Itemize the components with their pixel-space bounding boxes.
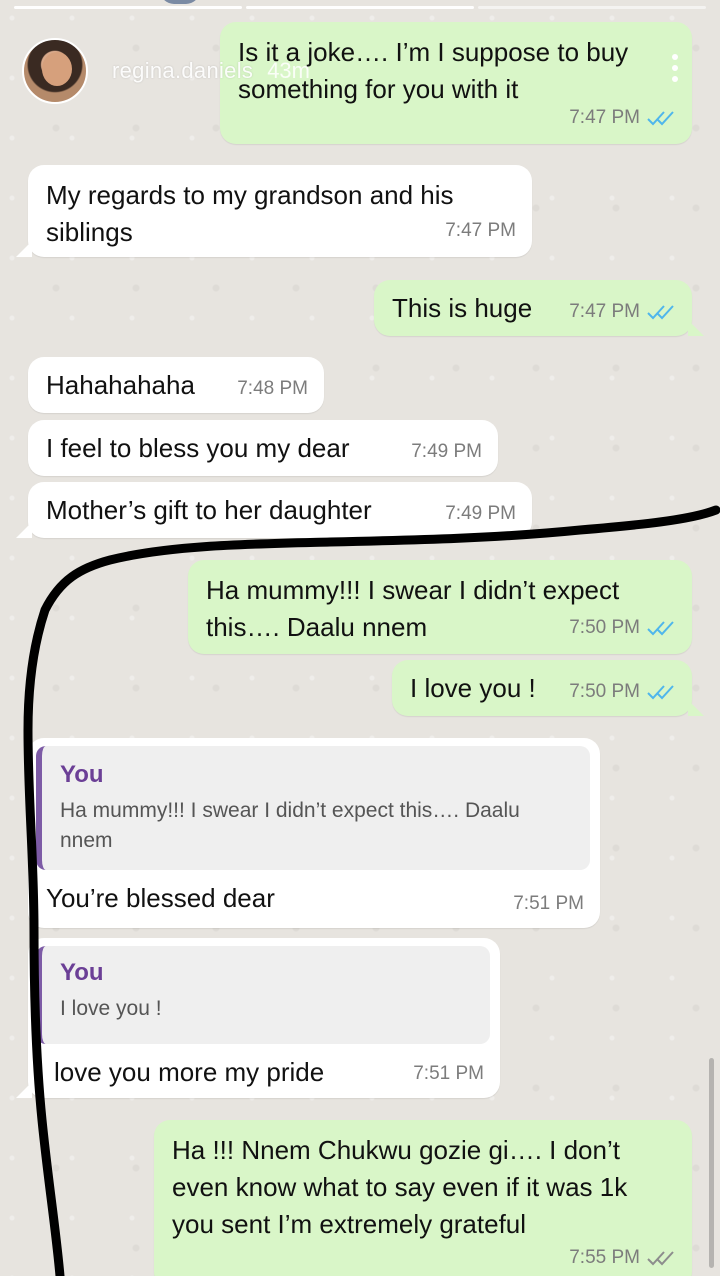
message-meta: 7:48 PM bbox=[237, 370, 308, 407]
message-meta: 7:51 PM bbox=[513, 885, 584, 922]
quote-author: You bbox=[60, 761, 104, 788]
message-meta: 7:49 PM bbox=[445, 495, 516, 532]
message-time: 7:47 PM bbox=[445, 220, 516, 241]
menu-dots-icon[interactable] bbox=[672, 54, 680, 82]
message-time: 7:50 PM bbox=[569, 617, 640, 638]
message-bubble-incoming[interactable]: My regards to my grandson and his siblin… bbox=[16, 165, 532, 257]
quote-text: I love you ! bbox=[60, 997, 162, 1020]
message-time: 7:49 PM bbox=[445, 503, 516, 524]
quoted-message[interactable]: You Ha mummy!!! I swear I didn’t expect … bbox=[36, 746, 590, 870]
story-username[interactable]: regina.daniels bbox=[112, 58, 253, 84]
message-meta: 7:49 PM bbox=[411, 433, 482, 470]
quote-author: You bbox=[60, 959, 104, 986]
double-check-icon bbox=[646, 620, 676, 636]
message-time: 7:47 PM bbox=[569, 107, 640, 128]
story-progress-bars bbox=[14, 6, 706, 9]
message-time: 7:48 PM bbox=[237, 378, 308, 399]
story-progress-bar bbox=[246, 6, 474, 9]
quoted-message[interactable]: You I love you ! bbox=[36, 946, 490, 1044]
story-progress-bar bbox=[478, 6, 706, 9]
message-bubble-outgoing[interactable]: Ha mummy!!! I swear I didn’t expect this… bbox=[188, 560, 692, 654]
message-time: 7:55 PM bbox=[569, 1247, 640, 1268]
message-bubble-incoming[interactable]: You Ha mummy!!! I swear I didn’t expect … bbox=[28, 738, 600, 928]
double-check-icon bbox=[646, 1250, 676, 1266]
message-meta: 7:50 PM bbox=[569, 609, 676, 646]
quote-text: Ha mummy!!! I swear I didn’t expect this… bbox=[60, 799, 520, 852]
story-header: regina.daniels 43m bbox=[22, 38, 310, 104]
avatar[interactable] bbox=[22, 38, 88, 104]
message-time: 7:50 PM bbox=[569, 681, 640, 702]
double-check-icon bbox=[646, 304, 676, 320]
message-bubble-incoming[interactable]: You I love you ! love you more my pride … bbox=[16, 938, 500, 1098]
scrollbar[interactable] bbox=[709, 1058, 714, 1268]
double-check-icon bbox=[646, 684, 676, 700]
message-meta: 7:47 PM bbox=[569, 99, 676, 136]
message-bubble-outgoing[interactable]: This is huge 7:47 PM bbox=[374, 280, 704, 336]
message-text: You’re blessed dear bbox=[46, 883, 275, 913]
message-time: 7:49 PM bbox=[411, 441, 482, 462]
message-bubble-outgoing[interactable]: I love you ! 7:50 PM bbox=[392, 660, 704, 716]
message-bubble-outgoing[interactable]: Ha !!! Nnem Chukwu gozie gi…. I don’t ev… bbox=[154, 1120, 692, 1276]
message-text: Ha !!! Nnem Chukwu gozie gi…. I don’t ev… bbox=[172, 1135, 628, 1239]
message-meta: 7:50 PM bbox=[569, 673, 676, 710]
double-check-icon bbox=[646, 110, 676, 126]
message-time: 7:51 PM bbox=[413, 1063, 484, 1084]
message-time: 7:51 PM bbox=[513, 893, 584, 914]
story-time-ago: 43m bbox=[267, 58, 310, 83]
message-meta: 7:51 PM bbox=[413, 1055, 484, 1092]
message-time: 7:47 PM bbox=[569, 301, 640, 322]
message-bubble-incoming[interactable]: I feel to bless you my dear 7:49 PM bbox=[28, 420, 498, 476]
story-progress-bar bbox=[14, 6, 242, 9]
message-meta: 7:47 PM bbox=[569, 293, 676, 330]
message-meta: 7:55 PM bbox=[569, 1239, 676, 1276]
message-bubble-incoming[interactable]: Mother’s gift to her daughter 7:49 PM bbox=[16, 482, 532, 538]
message-meta: 7:47 PM bbox=[445, 212, 516, 249]
message-bubble-incoming[interactable]: Hahahahaha 7:48 PM bbox=[28, 357, 324, 413]
